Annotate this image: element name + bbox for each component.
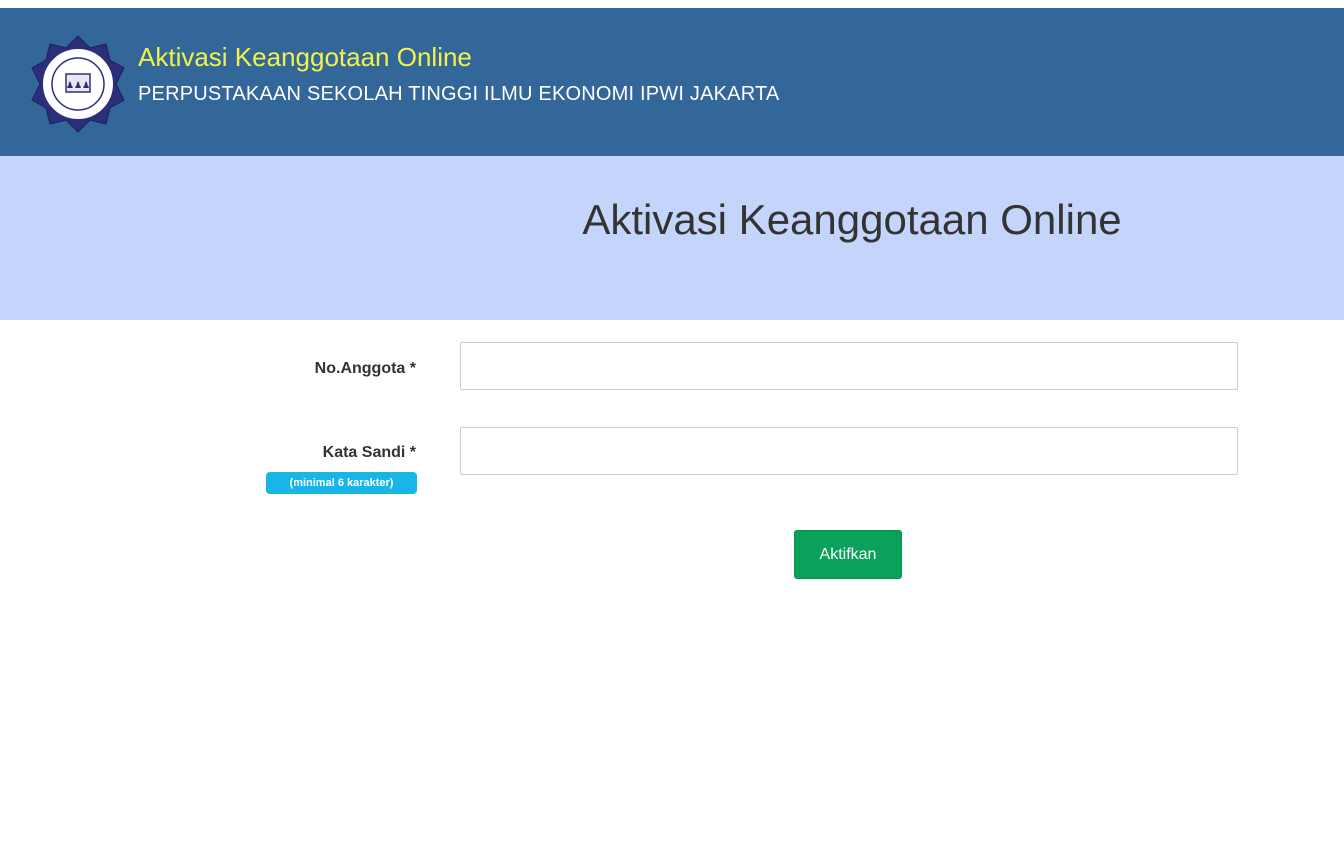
site-header: ♟♟♟ Aktivasi Keanggotaan Online PERPUSTA… (0, 8, 1344, 156)
password-hint-badge: (minimal 6 karakter) (266, 472, 417, 494)
page-banner: Aktivasi Keanggotaan Online (0, 156, 1344, 320)
member-number-input[interactable] (460, 342, 1238, 390)
app-title: Aktivasi Keanggotaan Online (138, 42, 472, 72)
app-subtitle: PERPUSTAKAAN SEKOLAH TINGGI ILMU EKONOMI… (138, 83, 780, 105)
top-strip (0, 0, 1344, 8)
library-seal-logo: ♟♟♟ (31, 35, 125, 133)
activation-form: No.Anggota * Kata Sandi * (minimal 6 kar… (0, 320, 1344, 640)
svg-text:♟♟♟: ♟♟♟ (66, 81, 90, 91)
page-title: Aktivasi Keanggotaan Online (582, 196, 1122, 243)
password-label: Kata Sandi * (322, 444, 416, 461)
activate-button[interactable]: Aktifkan (794, 530, 902, 579)
password-input[interactable] (460, 427, 1238, 475)
member-number-label: No.Anggota * (314, 360, 416, 377)
